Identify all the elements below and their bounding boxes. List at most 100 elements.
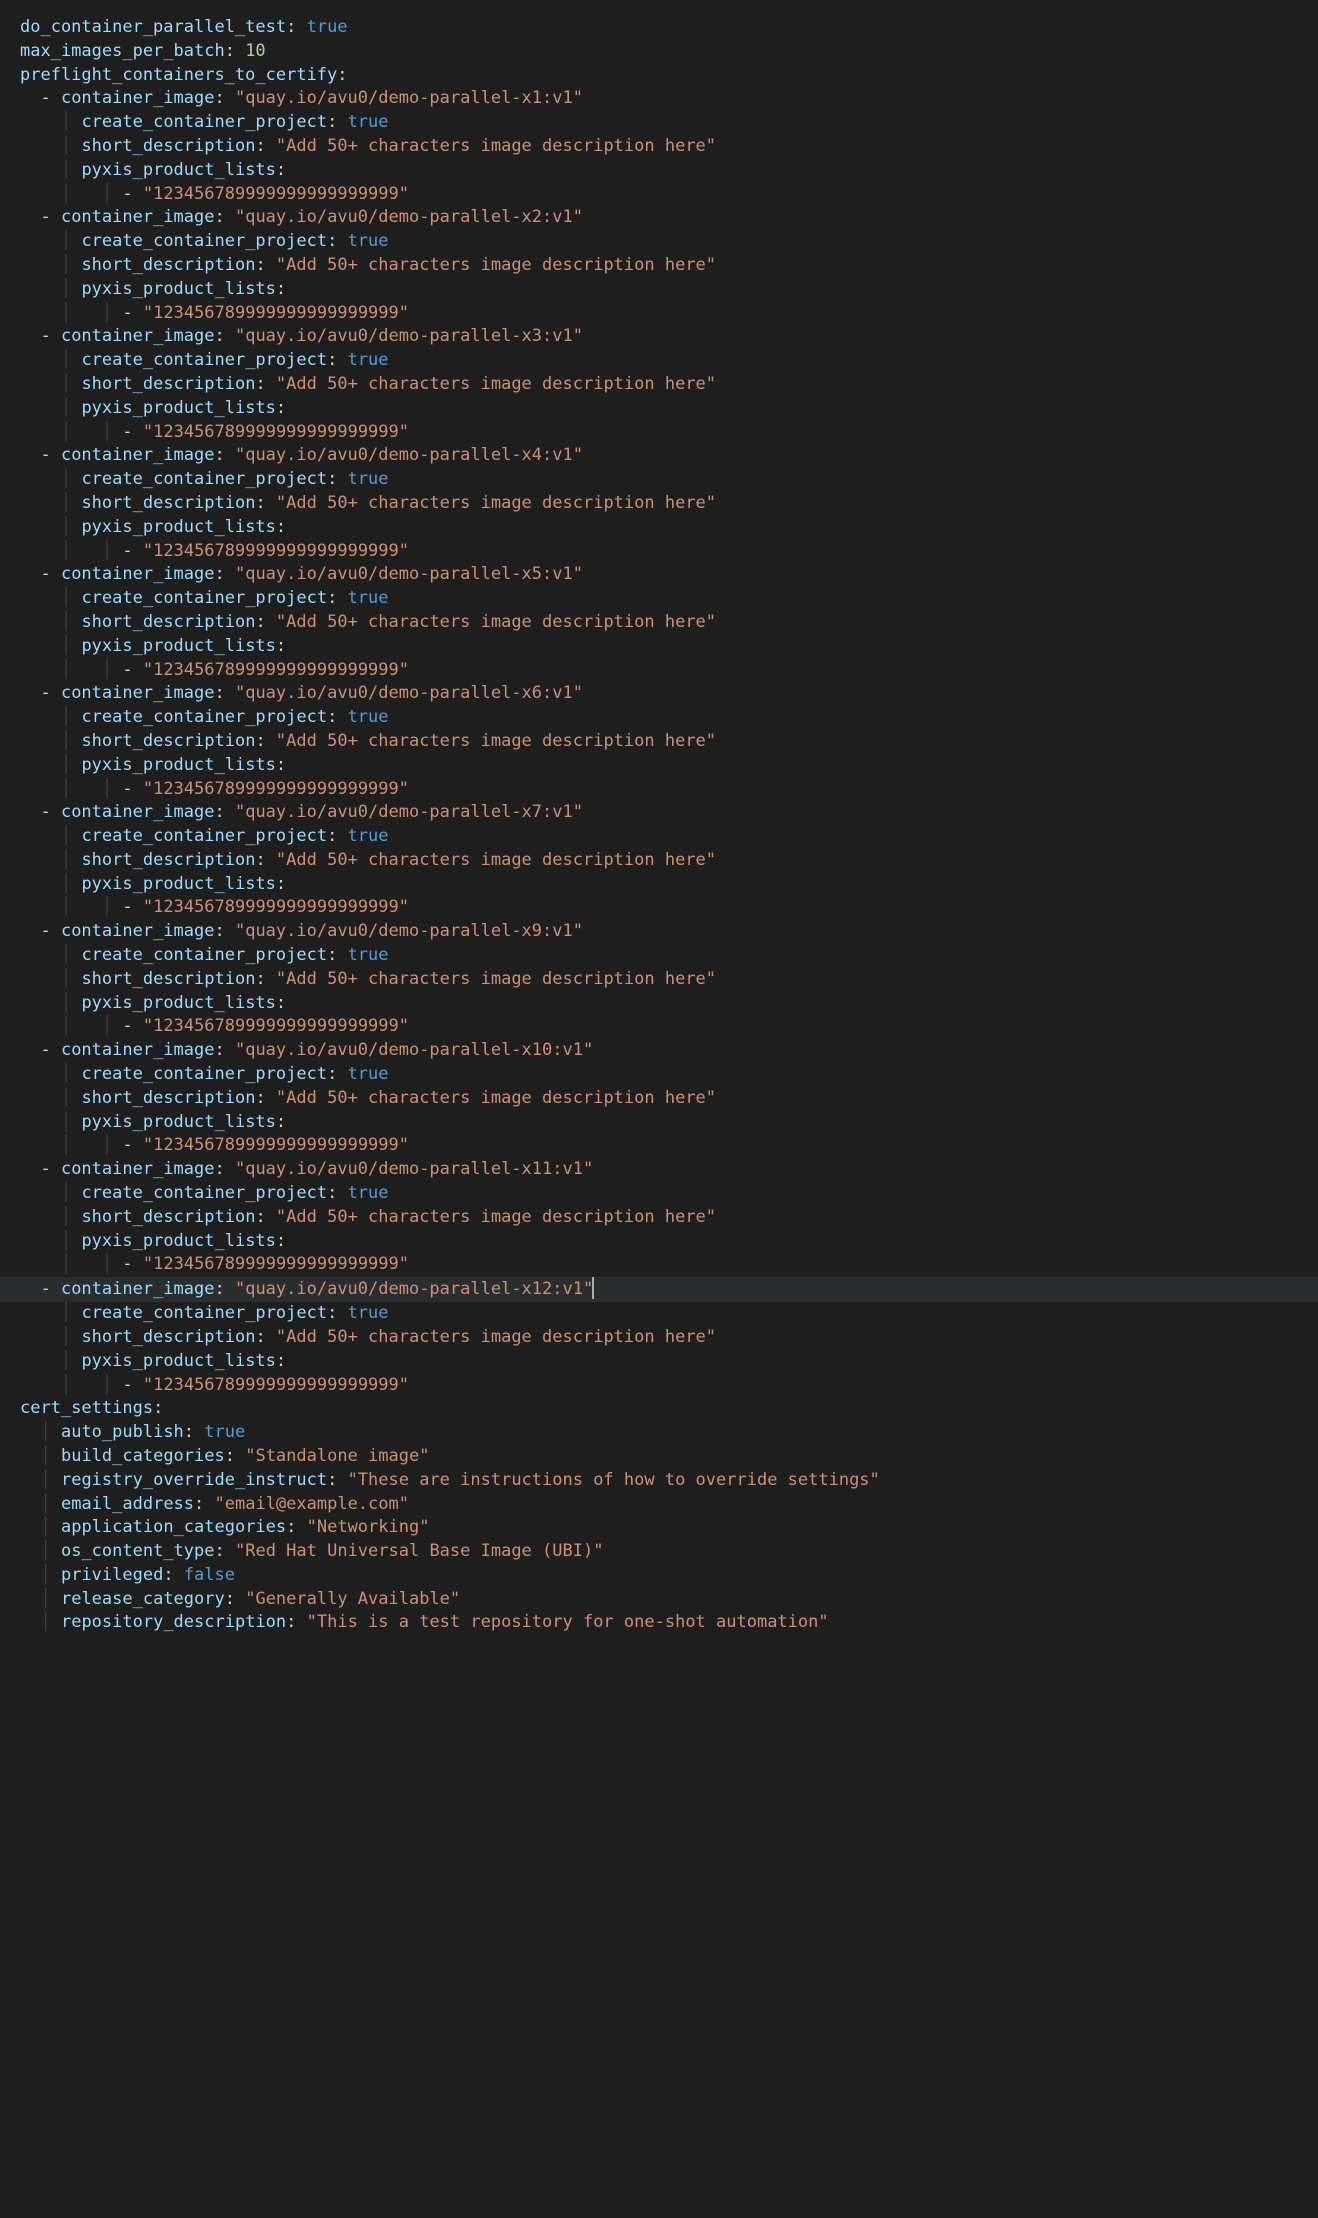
entry-container-image[interactable]: - container_image: "quay.io/avu0/demo-pa…: [20, 920, 1318, 944]
entry-container-image[interactable]: - container_image: "quay.io/avu0/demo-pa…: [20, 801, 1318, 825]
indent-guide: │: [61, 279, 81, 299]
entry-create-container-project[interactable]: │ create_container_project: true: [20, 468, 1318, 492]
entry-short-description[interactable]: │ short_description: "Add 50+ characters…: [20, 730, 1318, 754]
code-line[interactable]: do_container_parallel_test: true: [20, 16, 1318, 40]
entry-pyxis-product-list-item[interactable]: │ │ - "123456789999999999999999": [20, 896, 1318, 920]
code-line[interactable]: max_images_per_batch: 10: [20, 40, 1318, 64]
entry-short-description[interactable]: │ short_description: "Add 50+ characters…: [20, 254, 1318, 278]
entry-short-description[interactable]: │ short_description: "Add 50+ characters…: [20, 968, 1318, 992]
cert-setting-line[interactable]: │ registry_override_instruct: "These are…: [20, 1469, 1318, 1493]
key-pyxis-product-lists: pyxis_product_lists: [81, 517, 275, 537]
code-editor[interactable]: do_container_parallel_test: true max_ima…: [0, 0, 1318, 1651]
entry-pyxis-product-list-item[interactable]: │ │ - "123456789999999999999999": [20, 421, 1318, 445]
cert-setting-line[interactable]: │ auto_publish: true: [20, 1421, 1318, 1445]
entry-short-description[interactable]: │ short_description: "Add 50+ characters…: [20, 135, 1318, 159]
entry-create-container-project[interactable]: │ create_container_project: true: [20, 944, 1318, 968]
entry-pyxis-product-lists[interactable]: │ pyxis_product_lists:: [20, 159, 1318, 183]
entry-pyxis-product-lists[interactable]: │ pyxis_product_lists:: [20, 278, 1318, 302]
indent-guide: │: [61, 1088, 81, 1108]
list-dash: -: [20, 564, 61, 584]
entry-create-container-project[interactable]: │ create_container_project: true: [20, 1182, 1318, 1206]
entry-create-container-project[interactable]: │ create_container_project: true: [20, 1063, 1318, 1087]
entry-short-description[interactable]: │ short_description: "Add 50+ characters…: [20, 1087, 1318, 1111]
list-dash: -: [122, 184, 142, 204]
cert-setting-line[interactable]: │ application_categories: "Networking": [20, 1516, 1318, 1540]
entry-container-image[interactable]: - container_image: "quay.io/avu0/demo-pa…: [20, 87, 1318, 111]
cert-setting-line[interactable]: │ repository_description: "This is a tes…: [20, 1611, 1318, 1635]
entry-pyxis-product-list-item[interactable]: │ │ - "123456789999999999999999": [20, 540, 1318, 564]
entry-pyxis-product-list-item[interactable]: │ │ - "123456789999999999999999": [20, 1015, 1318, 1039]
cert-setting-line[interactable]: │ release_category: "Generally Available…: [20, 1588, 1318, 1612]
entry-container-image[interactable]: - container_image: "quay.io/avu0/demo-pa…: [20, 444, 1318, 468]
list-dash: -: [122, 1254, 142, 1274]
entry-create-container-project[interactable]: │ create_container_project: true: [20, 1302, 1318, 1326]
val-registry-override-instruct: "These are instructions of how to overri…: [348, 1470, 880, 1490]
indent-guide: │: [102, 660, 122, 680]
cert-setting-line[interactable]: │ privileged: false: [20, 1564, 1318, 1588]
entry-short-description[interactable]: │ short_description: "Add 50+ characters…: [20, 1206, 1318, 1230]
entry-pyxis-product-lists[interactable]: │ pyxis_product_lists:: [20, 873, 1318, 897]
val-container-image: "quay.io/avu0/demo-parallel-x1:v1": [235, 88, 583, 108]
entry-container-image[interactable]: - container_image: "quay.io/avu0/demo-pa…: [20, 1039, 1318, 1063]
indent-guide: │: [61, 945, 81, 965]
cert-setting-line[interactable]: │ os_content_type: "Red Hat Universal Ba…: [20, 1540, 1318, 1564]
indent-guide: │: [40, 1541, 60, 1561]
val-short-description: "Add 50+ characters image description he…: [276, 374, 716, 394]
entry-pyxis-product-lists[interactable]: │ pyxis_product_lists:: [20, 992, 1318, 1016]
entry-create-container-project[interactable]: │ create_container_project: true: [20, 349, 1318, 373]
entry-short-description[interactable]: │ short_description: "Add 50+ characters…: [20, 611, 1318, 635]
entry-short-description[interactable]: │ short_description: "Add 50+ characters…: [20, 849, 1318, 873]
code-line[interactable]: preflight_containers_to_certify:: [20, 64, 1318, 88]
entry-container-image[interactable]: - container_image: "quay.io/avu0/demo-pa…: [0, 1277, 1318, 1302]
entry-container-image[interactable]: - container_image: "quay.io/avu0/demo-pa…: [20, 563, 1318, 587]
entry-pyxis-product-lists[interactable]: │ pyxis_product_lists:: [20, 1230, 1318, 1254]
entry-container-image[interactable]: - container_image: "quay.io/avu0/demo-pa…: [20, 206, 1318, 230]
entry-pyxis-product-lists[interactable]: │ pyxis_product_lists:: [20, 754, 1318, 778]
key-container-image: container_image: [61, 1279, 215, 1299]
list-dash: -: [122, 1135, 142, 1155]
entry-create-container-project[interactable]: │ create_container_project: true: [20, 587, 1318, 611]
indent-guide: │: [102, 303, 122, 323]
key-short-description: short_description: [81, 136, 255, 156]
indent-guide: │: [102, 184, 122, 204]
val-release-category: "Generally Available": [245, 1589, 460, 1609]
entry-pyxis-product-list-item[interactable]: │ │ - "123456789999999999999999": [20, 1374, 1318, 1398]
entry-create-container-project[interactable]: │ create_container_project: true: [20, 706, 1318, 730]
entry-pyxis-product-lists[interactable]: │ pyxis_product_lists:: [20, 397, 1318, 421]
val-pyxis-product-list-item: "123456789999999999999999": [143, 303, 409, 323]
entry-pyxis-product-list-item[interactable]: │ │ - "123456789999999999999999": [20, 1253, 1318, 1277]
list-dash: -: [20, 326, 61, 346]
entry-container-image[interactable]: - container_image: "quay.io/avu0/demo-pa…: [20, 1158, 1318, 1182]
entry-pyxis-product-lists[interactable]: │ pyxis_product_lists:: [20, 1350, 1318, 1374]
entry-create-container-project[interactable]: │ create_container_project: true: [20, 230, 1318, 254]
entry-container-image[interactable]: - container_image: "quay.io/avu0/demo-pa…: [20, 682, 1318, 706]
entry-pyxis-product-list-item[interactable]: │ │ - "123456789999999999999999": [20, 302, 1318, 326]
entry-short-description[interactable]: │ short_description: "Add 50+ characters…: [20, 1326, 1318, 1350]
entry-create-container-project[interactable]: │ create_container_project: true: [20, 111, 1318, 135]
entry-short-description[interactable]: │ short_description: "Add 50+ characters…: [20, 492, 1318, 516]
val-short-description: "Add 50+ characters image description he…: [276, 969, 716, 989]
entry-pyxis-product-lists[interactable]: │ pyxis_product_lists:: [20, 635, 1318, 659]
indent-guide: │: [61, 517, 81, 537]
entry-create-container-project[interactable]: │ create_container_project: true: [20, 825, 1318, 849]
code-line[interactable]: cert_settings:: [20, 1397, 1318, 1421]
indent-guide: │: [102, 1375, 122, 1395]
entry-container-image[interactable]: - container_image: "quay.io/avu0/demo-pa…: [20, 325, 1318, 349]
entry-pyxis-product-lists[interactable]: │ pyxis_product_lists:: [20, 1111, 1318, 1135]
indent-guide: │: [61, 1183, 81, 1203]
cert-setting-line[interactable]: │ email_address: "email@example.com": [20, 1493, 1318, 1517]
val-max-images-per-batch: 10: [245, 41, 265, 61]
entry-short-description[interactable]: │ short_description: "Add 50+ characters…: [20, 373, 1318, 397]
key-create-container-project: create_container_project: [81, 231, 327, 251]
key-create-container-project: create_container_project: [81, 1303, 327, 1323]
entry-pyxis-product-list-item[interactable]: │ │ - "123456789999999999999999": [20, 659, 1318, 683]
entry-pyxis-product-list-item[interactable]: │ │ - "123456789999999999999999": [20, 183, 1318, 207]
val-container-image: "quay.io/avu0/demo-parallel-x10:v1": [235, 1040, 593, 1060]
indent-guide: │: [61, 755, 81, 775]
entry-pyxis-product-lists[interactable]: │ pyxis_product_lists:: [20, 516, 1318, 540]
cert-setting-line[interactable]: │ build_categories: "Standalone image": [20, 1445, 1318, 1469]
val-os-content-type: "Red Hat Universal Base Image (UBI)": [235, 1541, 603, 1561]
entry-pyxis-product-list-item[interactable]: │ │ - "123456789999999999999999": [20, 1134, 1318, 1158]
entry-pyxis-product-list-item[interactable]: │ │ - "123456789999999999999999": [20, 778, 1318, 802]
val-short-description: "Add 50+ characters image description he…: [276, 731, 716, 751]
